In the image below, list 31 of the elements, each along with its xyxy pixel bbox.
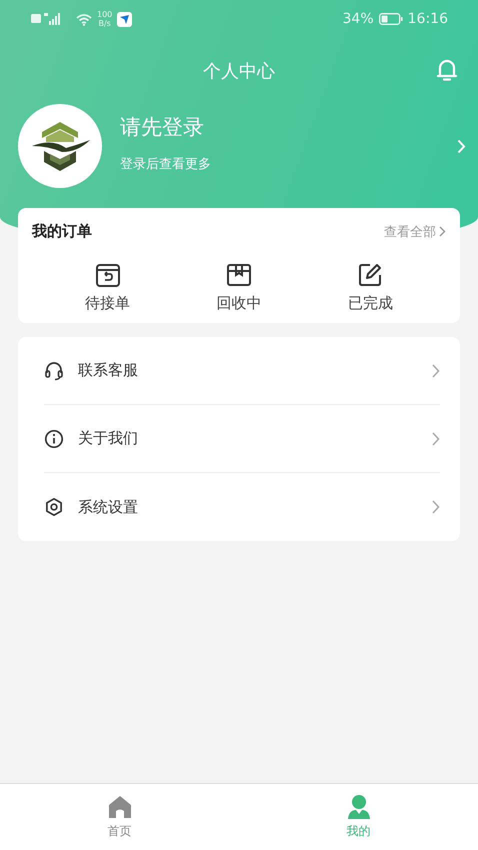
network-speed-unit: B/s — [98, 19, 111, 28]
chevron-right-icon — [432, 364, 440, 378]
menu-item[interactable]: 联系客服 — [44, 337, 440, 405]
order-status-button[interactable]: 回收中 — [216, 261, 262, 313]
clock: 16:16 — [408, 11, 448, 27]
chevron-right-icon — [432, 432, 440, 446]
user-icon — [346, 794, 372, 820]
app-notification-icon — [117, 12, 132, 26]
chevron-right-icon — [439, 226, 446, 237]
wifi-icon — [76, 12, 92, 26]
battery-icon — [378, 13, 403, 25]
menu-item[interactable]: 关于我们 — [44, 405, 440, 473]
network-speed: 100 — [97, 10, 112, 19]
home-icon — [106, 794, 132, 820]
info-icon — [44, 428, 64, 448]
notification-button[interactable] — [436, 58, 458, 82]
order-status-button[interactable]: 待接单 — [85, 261, 130, 313]
package-icon — [224, 261, 253, 289]
return-box-icon — [94, 261, 122, 289]
chevron-right-icon — [432, 500, 440, 514]
orders-title: 我的订单 — [32, 222, 92, 241]
tab-bar-item[interactable]: 首页 — [0, 784, 239, 850]
battery-percent: 34% — [342, 11, 374, 27]
settings-icon — [44, 497, 64, 517]
menu-item[interactable]: 系统设置 — [44, 473, 440, 541]
login-prompt: 请先登录 — [120, 114, 205, 141]
headset-icon — [44, 360, 64, 380]
login-hint: 登录后查看更多 — [120, 156, 212, 173]
page-title: 个人中心 — [203, 60, 275, 83]
order-status-button[interactable]: 已完成 — [348, 261, 393, 313]
chevron-right-icon — [457, 138, 466, 154]
